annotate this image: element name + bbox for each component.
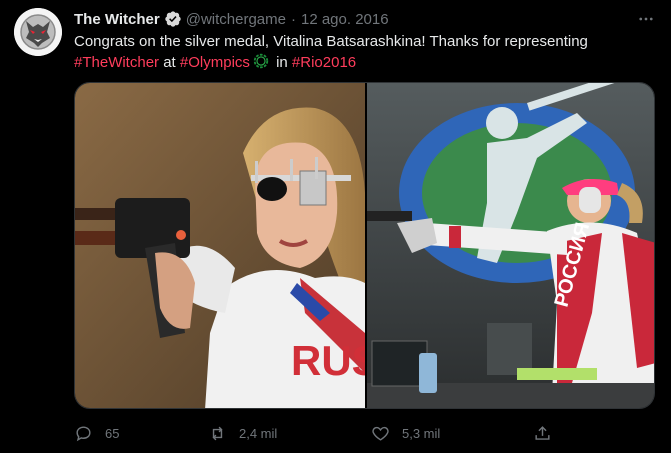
word-in: in [271,54,292,71]
verified-badge-icon [164,10,182,28]
tweet-header: The Witcher @witchergame · 12 ago. 2016 [74,9,657,29]
display-name[interactable]: The Witcher [74,11,160,28]
avatar[interactable] [14,8,62,56]
retweet-button[interactable]: 2,4 mil [208,421,277,445]
witcher-wolf-medallion-icon [14,8,62,56]
retweet-count: 2,4 mil [239,425,278,441]
retweet-icon [212,426,223,440]
hashtag-rio2016[interactable]: #Rio2016 [292,54,356,71]
hashtag-olympics[interactable]: #Olympics [180,54,250,71]
heart-icon [372,426,389,441]
tweet-text-line: Congrats on the silver medal, Vitalina B… [74,33,588,50]
reply-button[interactable]: 65 [74,421,119,445]
handle[interactable]: @witchergame [186,11,286,28]
olympic-wreath-icon [253,53,269,69]
share-button[interactable] [533,421,552,445]
tweet[interactable]: The Witcher @witchergame · 12 ago. 2016 … [0,0,671,453]
word-at: at [159,54,180,71]
reply-icon [76,425,91,441]
tweet-actions: 65 2,4 mil 5,3 mil [74,421,574,445]
shooter-aiming-photo[interactable]: РОССИЯ [367,83,654,408]
share-icon [535,425,550,440]
tweet-text: Congrats on the silver medal, Vitalina B… [74,32,641,73]
reply-count: 65 [105,425,120,441]
media-container[interactable]: RUS [74,82,655,409]
tweet-date[interactable]: 12 ago. 2016 [301,11,389,28]
more-dots-icon[interactable] [635,9,657,29]
separator: · [290,10,296,28]
like-button[interactable]: 5,3 mil [371,421,440,445]
left-jacket-text: RUS [291,337,365,384]
shooter-closeup-photo[interactable]: RUS [75,83,365,408]
hashtag-thewitcher[interactable]: #TheWitcher [74,54,159,71]
like-count: 5,3 mil [402,425,441,441]
